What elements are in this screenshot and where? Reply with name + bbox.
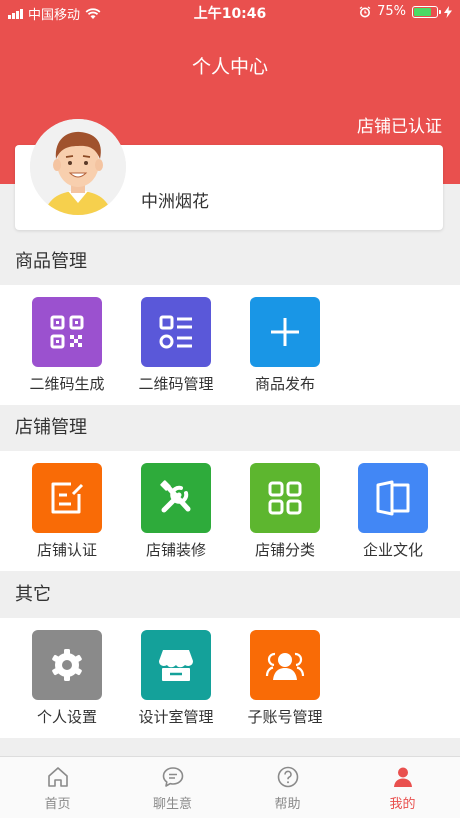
company-culture-button[interactable]: 企业文化 <box>343 463 443 560</box>
shop-category-button[interactable]: 店铺分类 <box>235 463 335 560</box>
design-studio-tile <box>141 630 211 700</box>
sub-account-label: 子账号管理 <box>247 708 323 726</box>
tab-mine-label: 我的 <box>389 797 416 812</box>
product-publish-tile <box>250 297 320 367</box>
plus-icon <box>271 318 299 346</box>
alarm-icon <box>359 5 371 17</box>
shop-category-label: 店铺分类 <box>254 541 315 559</box>
grid-category-icon <box>268 481 302 515</box>
company-culture-tile <box>358 463 428 533</box>
users-icon <box>265 652 305 680</box>
edit-document-icon <box>51 482 84 514</box>
avatar[interactable] <box>30 119 126 215</box>
section-title-shop: 店铺管理 <box>0 405 460 451</box>
personal-settings-tile <box>32 630 102 700</box>
storefront-icon <box>159 650 193 681</box>
gear-icon <box>52 649 82 681</box>
tab-home-label: 首页 <box>44 797 71 812</box>
qr-generate-label: 二维码生成 <box>29 375 105 393</box>
shop-decorate-button[interactable]: 店铺装修 <box>126 463 226 560</box>
qr-manage-label: 二维码管理 <box>138 375 214 393</box>
shop-decorate-tile <box>141 463 211 533</box>
qr-manage-tile <box>141 297 211 367</box>
section-title-other: 其它 <box>0 572 460 618</box>
tab-business-chat-label: 聊生意 <box>152 797 192 812</box>
product-publish-button[interactable]: 商品发布 <box>235 297 335 394</box>
qr-generate-button[interactable]: 二维码生成 <box>17 297 117 394</box>
sub-account-button[interactable]: 子账号管理 <box>235 630 335 727</box>
battery-icon <box>412 5 441 18</box>
charging-icon <box>444 5 452 18</box>
personal-settings-label: 个人设置 <box>36 708 97 726</box>
shop-decorate-label: 店铺装修 <box>145 541 206 559</box>
tab-business-chat[interactable]: 聊生意 <box>115 765 230 812</box>
profile-name: 中洲烟花 <box>141 192 209 212</box>
shop-category-tile <box>250 463 320 533</box>
status-bar: 中国移动 上午10:46 75% <box>0 0 460 24</box>
sub-account-tile <box>250 630 320 700</box>
qr-generate-tile <box>32 297 102 367</box>
shop-verify-label: 店铺认证 <box>36 541 97 559</box>
tab-home[interactable]: 首页 <box>0 765 115 812</box>
help-icon <box>277 766 298 788</box>
tab-bar: 首页 聊生意 帮助 我的 <box>0 756 460 818</box>
list-manage-icon <box>159 315 192 349</box>
tab-mine[interactable]: 我的 <box>345 765 460 812</box>
tab-help[interactable]: 帮助 <box>230 765 345 812</box>
section-goods: 二维码生成 二维码管理 商品发布 <box>0 285 460 405</box>
shop-verify-tile <box>32 463 102 533</box>
tools-icon <box>160 480 191 513</box>
design-studio-label: 设计室管理 <box>138 708 214 726</box>
avatar-illustration-icon <box>30 119 126 215</box>
qr-manage-button[interactable]: 二维码管理 <box>126 297 226 394</box>
section-title-goods: 商品管理 <box>0 239 460 285</box>
chat-icon <box>162 767 183 787</box>
profile-card[interactable]: 中洲烟花 <box>15 119 443 230</box>
page-title: 个人中心 <box>191 56 268 78</box>
section-shop: 店铺认证 店铺装修 店铺分类 企业文化 <box>0 451 460 571</box>
qr-code-icon <box>50 315 84 349</box>
tab-help-label: 帮助 <box>274 797 301 812</box>
user-icon <box>393 767 412 787</box>
shop-verified-status[interactable]: 店铺已认证 <box>357 112 442 137</box>
section-other: 个人设置 设计室管理 子账号管理 <box>0 618 460 738</box>
battery-percent: 75% <box>377 4 406 19</box>
personal-settings-button[interactable]: 个人设置 <box>17 630 117 727</box>
company-culture-label: 企业文化 <box>362 541 423 559</box>
design-studio-button[interactable]: 设计室管理 <box>126 630 226 727</box>
shop-verify-button[interactable]: 店铺认证 <box>17 463 117 560</box>
book-icon <box>376 480 410 516</box>
product-publish-label: 商品发布 <box>254 375 315 393</box>
home-icon <box>47 767 68 787</box>
